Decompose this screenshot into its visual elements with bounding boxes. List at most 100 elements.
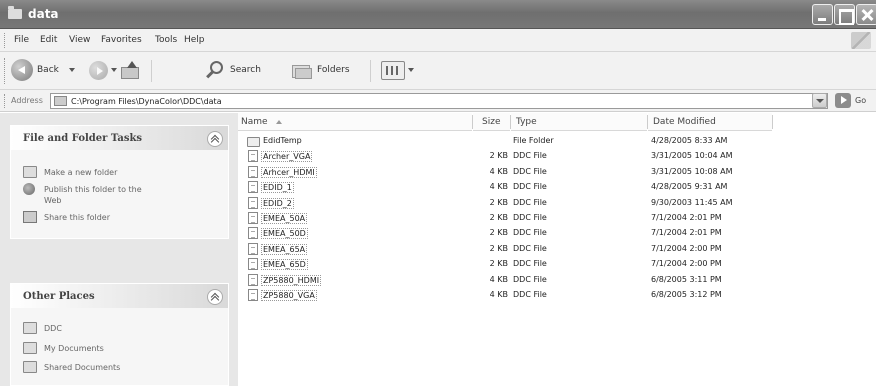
file-icon xyxy=(248,227,258,240)
table-row[interactable]: EdidTemp File Folder 4/28/2005 8:33 AM xyxy=(238,134,876,149)
toolbar-grip[interactable] xyxy=(4,58,7,84)
go-arrow-icon[interactable] xyxy=(835,93,851,108)
back-button-label[interactable]: Back xyxy=(37,65,59,75)
column-label: Date Modified xyxy=(653,117,716,127)
table-row[interactable]: ZP5880_VGA 4 KB DDC File 6/8/2005 3:12 PM xyxy=(238,288,876,303)
task-label[interactable]: Share this folder xyxy=(44,212,224,223)
address-value[interactable]: C:\Program Files\DynaColor\DDC\data xyxy=(71,97,222,106)
close-button[interactable] xyxy=(856,4,876,25)
file-type: DDC File xyxy=(513,197,547,207)
folders-button-label[interactable]: Folders xyxy=(317,65,350,75)
file-name[interactable]: EMEA_65A xyxy=(261,243,308,255)
address-bar: Address C:\Program Files\DynaColor\DDC\d… xyxy=(0,90,876,112)
file-name[interactable]: EDID_2 xyxy=(261,197,294,209)
menu-edit[interactable]: Edit xyxy=(40,35,57,45)
column-label: Name xyxy=(241,117,268,127)
table-row[interactable]: Arhcer_HDMI 4 KB DDC File 3/31/2005 10:08 A… xyxy=(238,165,876,180)
folder-icon xyxy=(54,96,67,106)
other-places-panel: Other Places DDC My Documents Shared Doc… xyxy=(10,283,229,386)
table-row[interactable]: EDID_1 4 KB DDC File 4/28/2005 9:31 AM xyxy=(238,180,876,195)
minimize-button[interactable] xyxy=(812,4,833,25)
search-icon[interactable] xyxy=(205,61,225,81)
up-folder-icon[interactable] xyxy=(121,61,141,79)
search-button-label[interactable]: Search xyxy=(230,65,261,75)
menu-file[interactable]: File xyxy=(14,35,29,45)
task-label[interactable]: Make a new folder xyxy=(44,167,224,178)
address-label: Address xyxy=(11,96,43,105)
back-arrow-icon[interactable] xyxy=(11,59,33,81)
panel-title: File and Folder Tasks xyxy=(23,133,143,144)
file-date-modified: 3/31/2005 10:08 AM xyxy=(651,166,733,176)
menu-view[interactable]: View xyxy=(69,35,90,45)
file-name[interactable]: EMEA_50A xyxy=(261,213,308,224)
file-size: 2 KB xyxy=(489,243,508,253)
file-name[interactable]: ZP5880_VGA xyxy=(261,290,317,301)
maximize-button[interactable] xyxy=(834,4,855,25)
file-size: 4 KB xyxy=(489,274,508,284)
collapse-icon[interactable] xyxy=(207,289,223,305)
place-label[interactable]: My Documents xyxy=(44,343,224,354)
folder-icon xyxy=(8,6,22,19)
file-name[interactable]: EMEA_50D xyxy=(261,228,308,240)
file-type: DDC File xyxy=(513,182,547,192)
address-input[interactable]: C:\Program Files\DynaColor\DDC\data xyxy=(50,93,828,109)
table-row[interactable]: EMEA_50D 2 KB DDC File 7/1/2004 2:01 PM xyxy=(238,226,876,241)
menu-grip[interactable] xyxy=(4,33,7,48)
folders-icon[interactable] xyxy=(292,63,312,79)
place-label[interactable]: Shared Documents xyxy=(44,362,224,373)
file-date-modified: 7/1/2004 2:00 PM xyxy=(651,259,722,269)
file-name[interactable]: Arhcer_HDMI xyxy=(261,166,317,178)
table-row[interactable]: EMEA_50A 2 KB DDC File 7/1/2004 2:01 PM xyxy=(238,211,876,226)
table-row[interactable]: EDID_2 2 KB DDC File 9/30/2003 11:45 AM xyxy=(238,196,876,211)
file-type: DDC File xyxy=(513,228,547,238)
file-type: DDC File xyxy=(513,259,547,269)
file-size: 4 KB xyxy=(489,166,508,176)
column-header-date[interactable]: Date Modified xyxy=(648,113,772,131)
panel-header[interactable]: File and Folder Tasks xyxy=(11,126,228,150)
collapse-icon[interactable] xyxy=(207,131,223,147)
file-date-modified: 4/28/2005 9:31 AM xyxy=(651,182,728,192)
address-grip[interactable] xyxy=(4,94,7,108)
views-icon[interactable] xyxy=(381,61,405,80)
column-header-type[interactable]: Type xyxy=(511,113,647,131)
column-header-size[interactable]: Size xyxy=(473,113,510,131)
folder-icon xyxy=(23,322,37,334)
place-label[interactable]: DDC xyxy=(44,323,224,334)
globe-icon xyxy=(23,183,35,195)
column-header-name[interactable]: Name xyxy=(238,113,472,131)
views-dropdown-icon[interactable] xyxy=(408,68,414,72)
file-name[interactable]: EDID_1 xyxy=(261,182,294,194)
my-documents-icon xyxy=(23,342,37,354)
menu-favorites[interactable]: Favorites xyxy=(101,35,142,45)
column-divider[interactable] xyxy=(772,115,773,129)
file-type: File Folder xyxy=(513,136,554,145)
menu-tools[interactable]: Tools xyxy=(155,35,177,45)
file-type: DDC File xyxy=(513,151,547,161)
go-button-label[interactable]: Go xyxy=(855,96,866,105)
file-size: 4 KB xyxy=(489,182,508,192)
table-row[interactable]: Archer_VGA 2 KB DDC File 3/31/2005 10:04 AM xyxy=(238,149,876,164)
menu-help[interactable]: Help xyxy=(184,35,205,45)
panel-header[interactable]: Other Places xyxy=(11,284,228,308)
task-pane: File and Folder Tasks Make a new folder … xyxy=(0,113,238,386)
share-folder-icon xyxy=(23,211,37,223)
file-name[interactable]: EdidTemp xyxy=(263,136,302,145)
file-date-modified: 9/30/2003 11:45 AM xyxy=(651,197,733,207)
forward-arrow-icon[interactable] xyxy=(89,61,108,80)
file-date-modified: 4/28/2005 8:33 AM xyxy=(651,136,728,145)
file-name[interactable]: Archer_VGA xyxy=(261,151,313,163)
forward-dropdown-icon[interactable] xyxy=(111,68,117,72)
file-name[interactable]: ZP5880_HDMI xyxy=(261,274,322,286)
task-label[interactable]: Publish this folder to the Web xyxy=(44,184,154,206)
back-dropdown-icon[interactable] xyxy=(69,68,75,72)
address-dropdown-icon[interactable] xyxy=(812,93,827,108)
table-row[interactable]: EMEA_65D 2 KB DDC File 7/1/2004 2:00 PM xyxy=(238,257,876,272)
file-name[interactable]: EMEA_65D xyxy=(261,259,308,271)
file-icon xyxy=(248,242,258,255)
sort-ascending-icon xyxy=(276,120,282,124)
file-size: 2 KB xyxy=(489,151,508,161)
table-row[interactable]: ZP5880_HDMI 4 KB DDC File 6/8/2005 3:11 PM xyxy=(238,273,876,288)
title-bar[interactable]: data xyxy=(0,0,876,29)
file-size: 2 KB xyxy=(489,259,508,269)
table-row[interactable]: EMEA_65A 2 KB DDC File 7/1/2004 2:00 PM xyxy=(238,242,876,257)
